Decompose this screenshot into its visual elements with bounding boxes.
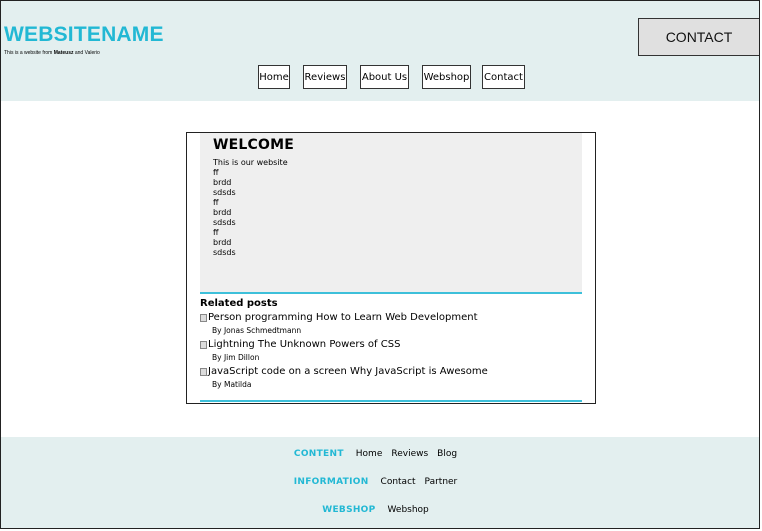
footer-row-content: CONTENT Home Reviews Blog <box>1 449 759 459</box>
contact-button[interactable]: CONTACT <box>638 18 759 56</box>
main-nav: Home Reviews About Us Webshop Contact <box>1 65 759 89</box>
section-divider <box>200 292 582 294</box>
welcome-line: ff <box>213 168 219 177</box>
footer-link-contact[interactable]: Contact <box>381 477 416 487</box>
welcome-line: brdd <box>213 178 232 187</box>
related-heading: Related posts <box>200 298 278 309</box>
footer-section-webshop: WEBSHOP <box>322 505 376 515</box>
welcome-line: sdsds <box>213 188 236 197</box>
site-subtitle: This is a website from Mateusz and Valer… <box>4 50 100 56</box>
welcome-line: brdd <box>213 238 232 247</box>
post-author: By Jim Dillon <box>212 353 260 362</box>
footer-link-reviews[interactable]: Reviews <box>391 449 428 459</box>
footer-row-information: INFORMATION Contact Partner <box>1 477 759 487</box>
broken-image-icon <box>200 313 207 322</box>
subtitle-mid: and <box>73 50 85 56</box>
footer-section-information: INFORMATION <box>293 477 369 487</box>
welcome-line: brdd <box>213 208 232 217</box>
post-title-text[interactable]: JavaScript code on a screen Why JavaScri… <box>208 366 488 377</box>
post-author: By Jonas Schmedtmann <box>212 326 302 335</box>
footer-link-home[interactable]: Home <box>356 449 383 459</box>
post-author: By Matilda <box>212 380 252 389</box>
footer-link-partner[interactable]: Partner <box>425 477 458 487</box>
broken-image-icon <box>200 367 207 376</box>
post-title[interactable]: Lightning The Unknown Powers of CSS <box>200 339 582 350</box>
content-card: WELCOME This is our website ff brdd sdsd… <box>186 132 596 404</box>
welcome-section: WELCOME This is our website ff brdd sdsd… <box>200 133 582 292</box>
nav-home[interactable]: Home <box>258 65 290 89</box>
welcome-line: ff <box>213 198 219 207</box>
site-header: WEBSITENAME This is a website from Mateu… <box>1 1 759 101</box>
welcome-line: sdsds <box>213 248 236 257</box>
site-footer: CONTENT Home Reviews Blog INFORMATION Co… <box>1 437 759 528</box>
section-divider <box>200 400 582 402</box>
subtitle-prefix: This is a website from <box>4 50 54 56</box>
post-title[interactable]: Person programming How to Learn Web Deve… <box>200 312 582 323</box>
welcome-line: ff <box>213 228 219 237</box>
nav-contact[interactable]: Contact <box>482 65 525 89</box>
footer-row-webshop: WEBSHOP Webshop <box>1 505 759 515</box>
welcome-line: This is our website <box>213 158 288 167</box>
nav-reviews[interactable]: Reviews <box>303 65 347 89</box>
post-title-text[interactable]: Lightning The Unknown Powers of CSS <box>208 339 400 350</box>
related-posts: Related posts Person programming How to … <box>200 298 582 393</box>
subtitle-author-2: Valerio <box>84 50 100 56</box>
site-title[interactable]: WEBSITENAME <box>4 23 164 47</box>
post-title[interactable]: JavaScript code on a screen Why JavaScri… <box>200 366 582 377</box>
post-item[interactable]: Person programming How to Learn Web Deve… <box>200 312 582 335</box>
post-item[interactable]: Lightning The Unknown Powers of CSS By J… <box>200 339 582 362</box>
welcome-line: sdsds <box>213 218 236 227</box>
footer-section-content: CONTENT <box>293 449 344 459</box>
page-frame: WEBSITENAME This is a website from Mateu… <box>0 0 760 529</box>
broken-image-icon <box>200 340 207 349</box>
footer-link-webshop[interactable]: Webshop <box>388 505 429 515</box>
nav-webshop[interactable]: Webshop <box>422 65 471 89</box>
subtitle-author-1: Mateusz <box>53 50 74 56</box>
post-title-text[interactable]: Person programming How to Learn Web Deve… <box>208 312 478 323</box>
nav-about-us[interactable]: About Us <box>360 65 409 89</box>
post-item[interactable]: JavaScript code on a screen Why JavaScri… <box>200 366 582 389</box>
footer-link-blog[interactable]: Blog <box>437 449 457 459</box>
welcome-heading: WELCOME <box>213 137 294 153</box>
